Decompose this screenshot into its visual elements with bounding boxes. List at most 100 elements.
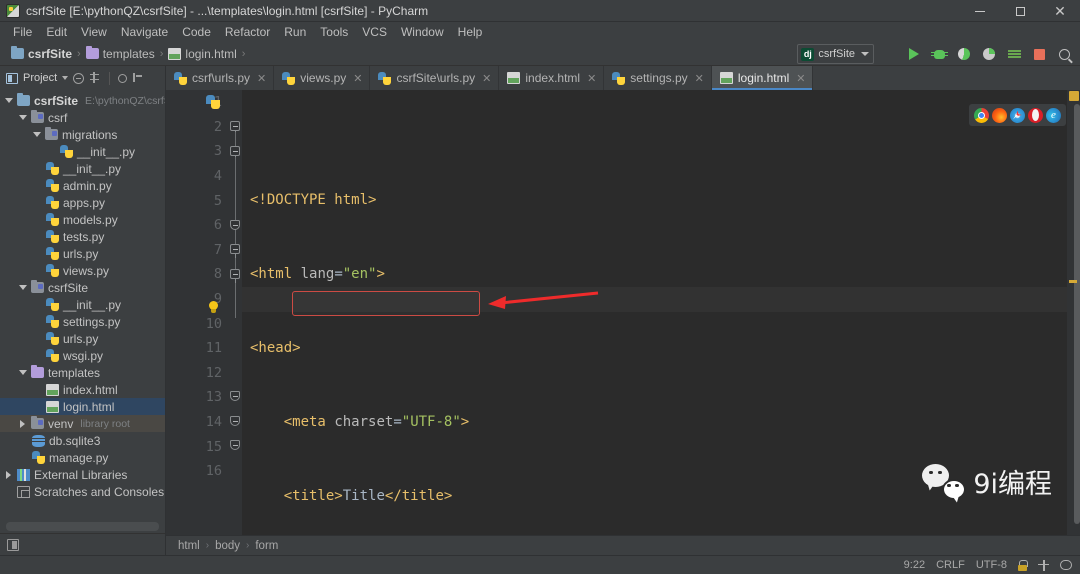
project-tree-horizontal-scrollbar[interactable] — [6, 522, 159, 531]
search-everywhere-button[interactable] — [1056, 46, 1072, 62]
close-icon[interactable]: ✕ — [796, 72, 805, 85]
tree-node-csrfsite-pkg[interactable]: csrfSite — [0, 279, 165, 296]
project-tree[interactable]: csrfSite E:\pythonQZ\csrfSi csrf migrati… — [0, 90, 165, 522]
minimize-button[interactable] — [960, 0, 1000, 22]
fold-toggle-head[interactable] — [230, 146, 240, 160]
stop-button[interactable] — [1031, 46, 1047, 62]
tree-node-db-sqlite3[interactable]: db.sqlite3 — [0, 432, 165, 449]
menu-tools[interactable]: Tools — [313, 23, 355, 41]
tree-node-venv[interactable]: venv library root — [0, 415, 165, 432]
editor-tab-views[interactable]: views.py ✕ — [274, 66, 371, 90]
lightbulb-icon[interactable] — [208, 301, 219, 314]
breadcrumb-item-file[interactable]: login.html — [165, 47, 239, 61]
menu-vcs[interactable]: VCS — [355, 23, 394, 41]
chrome-icon[interactable] — [974, 107, 989, 123]
editor-tab-index-html[interactable]: index.html ✕ — [499, 66, 605, 90]
opera-icon[interactable] — [1028, 107, 1043, 123]
menu-window[interactable]: Window — [394, 23, 451, 41]
expand-arrow-icon[interactable] — [18, 115, 27, 120]
lock-icon[interactable] — [1018, 559, 1028, 571]
fold-end-head[interactable] — [230, 220, 240, 230]
inspection-status-icon[interactable] — [1069, 91, 1079, 101]
line-separator[interactable]: CRLF — [936, 559, 965, 571]
editor-tab-csrfsite-urls[interactable]: csrfSite\urls.py ✕ — [370, 66, 500, 90]
breadcrumb-item-templates[interactable]: templates — [83, 46, 158, 61]
hide-button[interactable] — [132, 72, 144, 84]
expand-arrow-icon[interactable] — [32, 132, 41, 137]
fold-toggle-body[interactable] — [230, 244, 240, 258]
editor-tab-csrf-urls[interactable]: csrf\urls.py ✕ — [166, 66, 275, 90]
tree-node-migrations-init[interactable]: __init__.py — [0, 143, 165, 160]
browser-preview-toolbar[interactable]: e — [969, 104, 1066, 126]
close-icon[interactable]: ✕ — [587, 72, 596, 85]
maximize-button[interactable] — [1000, 0, 1040, 22]
menu-edit[interactable]: Edit — [39, 23, 74, 41]
code-editor[interactable]: 1 2 3 4 5 6 7 8 9 10 11 12 13 14 15 16 <… — [166, 90, 1080, 555]
tree-node-scratches[interactable]: Scratches and Consoles — [0, 483, 165, 500]
debug-button[interactable] — [930, 46, 948, 62]
menu-refactor[interactable]: Refactor — [218, 23, 277, 41]
menu-view[interactable]: View — [74, 23, 114, 41]
edge-icon[interactable]: e — [1046, 107, 1061, 123]
fold-toggle-form[interactable] — [230, 269, 240, 283]
run-configuration-selector[interactable]: dj csrfSite — [797, 44, 874, 64]
tree-node-admin-py[interactable]: admin.py — [0, 177, 165, 194]
tree-node-tests-py[interactable]: tests.py — [0, 228, 165, 245]
run-button[interactable] — [906, 46, 922, 62]
editor-tab-settings[interactable]: settings.py ✕ — [604, 66, 712, 90]
close-button[interactable]: ✕ — [1040, 0, 1080, 22]
tree-node-login-html[interactable]: login.html — [0, 398, 165, 415]
tree-node-wsgi-py[interactable]: wsgi.py — [0, 347, 165, 364]
expand-arrow-icon[interactable] — [18, 285, 27, 290]
project-toolwindow-title[interactable]: Project — [23, 72, 57, 84]
close-icon[interactable]: ✕ — [257, 72, 266, 85]
expand-arrow-icon[interactable] — [4, 98, 13, 103]
tree-node-settings-py[interactable]: settings.py — [0, 313, 165, 330]
close-icon[interactable]: ✕ — [353, 72, 362, 85]
fold-end-body[interactable] — [230, 416, 240, 426]
menu-run[interactable]: Run — [277, 23, 313, 41]
warning-stripe-mark[interactable] — [1069, 280, 1077, 283]
run-coverage-button[interactable] — [956, 46, 972, 62]
editor-tab-login-html[interactable]: login.html ✕ — [711, 66, 814, 90]
breadcrumb-item-project[interactable]: csrfSite — [8, 46, 75, 61]
expand-all-button[interactable] — [89, 72, 101, 84]
event-log-icon[interactable] — [1060, 560, 1072, 570]
tree-node-apps-py[interactable]: apps.py — [0, 194, 165, 211]
tree-node-views-py[interactable]: views.py — [0, 262, 165, 279]
menu-help[interactable]: Help — [451, 23, 490, 41]
scrollbar-thumb[interactable] — [1074, 104, 1080, 524]
close-icon[interactable]: ✕ — [482, 72, 491, 85]
tree-node-csrf-urls-py[interactable]: urls.py — [0, 245, 165, 262]
collapse-arrow-icon[interactable] — [4, 470, 13, 479]
chevron-down-icon[interactable] — [62, 76, 69, 80]
close-icon[interactable]: ✕ — [695, 72, 704, 85]
tree-node-site-init[interactable]: __init__.py — [0, 296, 165, 313]
tree-node-csrfsite-root[interactable]: csrfSite E:\pythonQZ\csrfSi — [0, 92, 165, 109]
menu-code[interactable]: Code — [175, 23, 218, 41]
python-run-icon[interactable] — [206, 95, 220, 109]
error-stripe-scrollbar[interactable] — [1067, 90, 1080, 535]
code-folding-gutter[interactable] — [228, 90, 242, 535]
project-toolwindow-button[interactable] — [7, 538, 19, 551]
editor-breadcrumb-body[interactable]: body — [215, 540, 240, 552]
collapse-all-button[interactable] — [73, 72, 85, 84]
file-encoding[interactable]: UTF-8 — [976, 559, 1007, 571]
profile-button[interactable] — [981, 46, 997, 62]
tree-node-csrf-init[interactable]: __init__.py — [0, 160, 165, 177]
code-area[interactable]: 1 2 3 4 5 6 7 8 9 10 11 12 13 14 15 16 <… — [166, 90, 1080, 535]
gear-icon[interactable] — [118, 73, 128, 83]
tree-node-site-urls-py[interactable]: urls.py — [0, 330, 165, 347]
menu-file[interactable]: File — [6, 23, 39, 41]
caret-position[interactable]: 9:22 — [904, 559, 925, 571]
firefox-icon[interactable] — [992, 107, 1007, 123]
tree-node-models-py[interactable]: models.py — [0, 211, 165, 228]
tree-node-index-html[interactable]: index.html — [0, 381, 165, 398]
fold-toggle-html[interactable] — [230, 121, 240, 135]
expand-arrow-icon[interactable] — [18, 370, 27, 375]
branch-icon[interactable] — [1038, 559, 1049, 571]
line-number-gutter[interactable]: 1 2 3 4 5 6 7 8 9 10 11 12 13 14 15 16 — [166, 90, 228, 535]
fold-end-form[interactable] — [230, 391, 240, 401]
fold-end-html[interactable] — [230, 440, 240, 450]
tree-node-external-libraries[interactable]: External Libraries — [0, 466, 165, 483]
